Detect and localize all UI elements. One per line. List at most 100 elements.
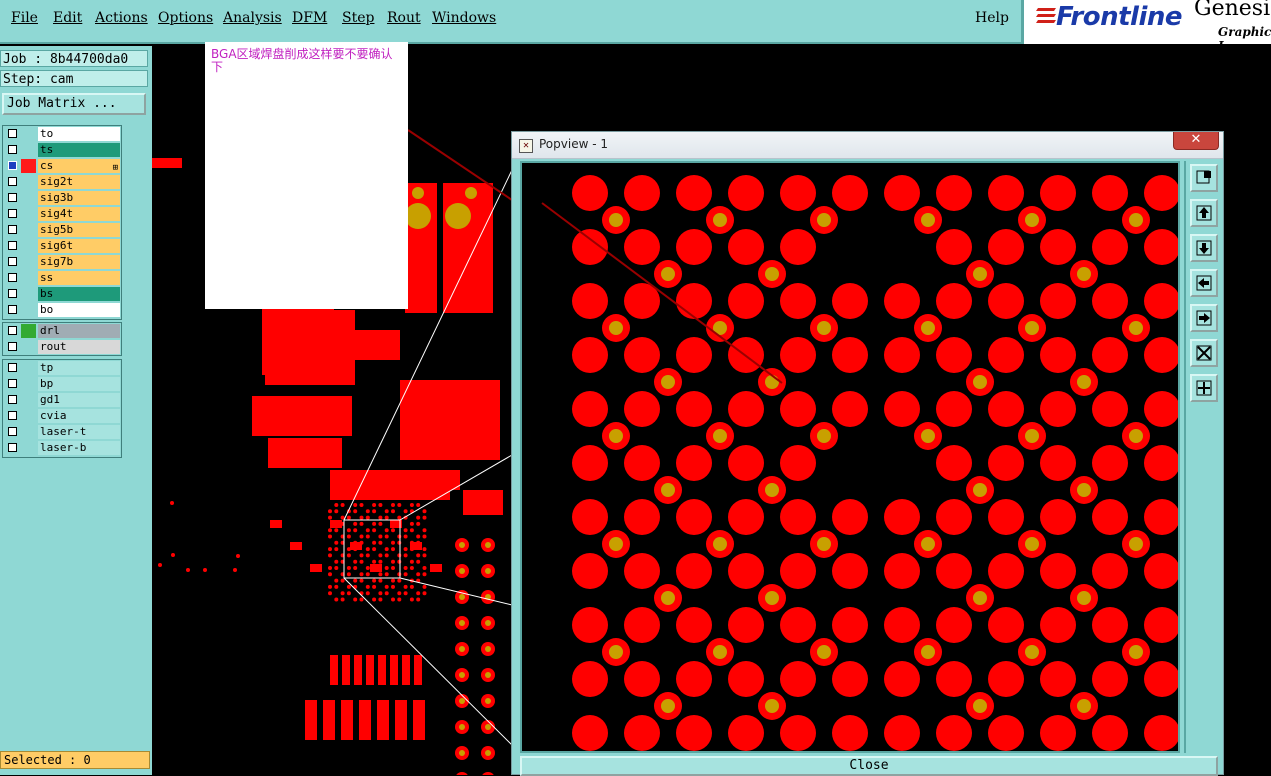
layer-row-sig6t[interactable]: sig6t	[3, 238, 121, 254]
layer-color-swatch[interactable]	[21, 271, 36, 285]
menu-dfm[interactable]: DFM	[292, 10, 327, 26]
layer-color-swatch[interactable]	[21, 409, 36, 423]
layer-checkbox[interactable]	[8, 379, 17, 388]
layer-color-swatch[interactable]	[21, 340, 36, 354]
popview-titlebar[interactable]: ✕ Popview - 1 ✕	[512, 132, 1223, 159]
pan-right-icon[interactable]	[1190, 304, 1218, 332]
layer-checkbox[interactable]	[8, 411, 17, 420]
layer-name[interactable]: sig5b	[38, 223, 120, 237]
layer-color-swatch[interactable]	[21, 393, 36, 407]
layer-row-rout[interactable]: rout	[3, 339, 121, 355]
layer-name[interactable]: cs ⊞	[38, 159, 120, 173]
layer-checkbox[interactable]	[8, 427, 17, 436]
menu-edit[interactable]: Edit	[53, 10, 82, 26]
layer-checkbox[interactable]	[8, 289, 17, 298]
layer-row-drl[interactable]: drl	[3, 323, 121, 339]
layer-name[interactable]: drl	[38, 324, 120, 338]
layer-name[interactable]: sig2t	[38, 175, 120, 189]
layer-row-cvia[interactable]: cvia	[3, 408, 121, 424]
layer-row-tp[interactable]: tp	[3, 360, 121, 376]
layer-color-swatch[interactable]	[21, 175, 36, 189]
menu-actions[interactable]: Actions	[95, 10, 148, 26]
layer-row-bs[interactable]: bs	[3, 286, 121, 302]
zoom-fit-icon[interactable]	[1190, 339, 1218, 367]
layer-name[interactable]: bs	[38, 287, 120, 301]
menu-help[interactable]: Help	[975, 10, 1009, 26]
layer-checkbox[interactable]	[8, 257, 17, 266]
layer-name[interactable]: ss	[38, 271, 120, 285]
layer-checkbox[interactable]	[8, 193, 17, 202]
menu-analysis[interactable]: Analysis	[223, 10, 282, 26]
layer-color-swatch[interactable]	[21, 324, 36, 338]
pan-down-icon[interactable]	[1190, 234, 1218, 262]
layer-row-sig5b[interactable]: sig5b	[3, 222, 121, 238]
layer-color-swatch[interactable]	[21, 207, 36, 221]
layer-color-swatch[interactable]	[21, 303, 36, 317]
layer-row-ss[interactable]: ss	[3, 270, 121, 286]
layer-row-gd1[interactable]: gd1	[3, 392, 121, 408]
layer-color-swatch[interactable]	[21, 441, 36, 455]
pan-left-icon[interactable]	[1190, 269, 1218, 297]
layer-color-swatch[interactable]	[21, 255, 36, 269]
layer-color-swatch[interactable]	[21, 223, 36, 237]
menu-options[interactable]: Options	[158, 10, 213, 26]
layer-name[interactable]: sig4t	[38, 207, 120, 221]
layer-row-bp[interactable]: bp	[3, 376, 121, 392]
layer-checkbox[interactable]	[8, 395, 17, 404]
layer-checkbox[interactable]	[8, 342, 17, 351]
layer-checkbox[interactable]	[8, 363, 17, 372]
layer-name[interactable]: laser-t	[38, 425, 120, 439]
menu-step[interactable]: Step	[342, 10, 374, 26]
layer-name[interactable]: sig6t	[38, 239, 120, 253]
popview-close-icon[interactable]: ✕	[1173, 132, 1219, 150]
layer-color-swatch[interactable]	[21, 361, 36, 375]
layer-row-to[interactable]: to	[3, 126, 121, 142]
job-matrix-button[interactable]: Job Matrix ...	[2, 93, 146, 115]
popview-zoom-view[interactable]	[520, 161, 1180, 753]
layer-checkbox[interactable]	[8, 273, 17, 282]
pan-up-icon[interactable]	[1190, 199, 1218, 227]
layer-row-sig3b[interactable]: sig3b	[3, 190, 121, 206]
menu-file[interactable]: File	[11, 10, 38, 26]
zoom-center-icon[interactable]	[1190, 374, 1218, 402]
layer-checkbox[interactable]	[8, 129, 17, 138]
layer-checkbox[interactable]	[8, 443, 17, 452]
layer-color-swatch[interactable]	[21, 425, 36, 439]
menu-windows[interactable]: Windows	[432, 10, 496, 26]
layer-color-swatch[interactable]	[21, 191, 36, 205]
layer-name[interactable]: ts	[38, 143, 120, 157]
layer-name[interactable]: tp	[38, 361, 120, 375]
layer-row-sig4t[interactable]: sig4t	[3, 206, 121, 222]
layer-checkbox[interactable]	[8, 161, 17, 170]
popview-close-button[interactable]: Close	[520, 756, 1218, 776]
layer-name[interactable]: bo	[38, 303, 120, 317]
layer-row-ts[interactable]: ts	[3, 142, 121, 158]
layer-name[interactable]: cvia	[38, 409, 120, 423]
layer-row-sig7b[interactable]: sig7b	[3, 254, 121, 270]
layer-row-bo[interactable]: bo	[3, 302, 121, 318]
layer-checkbox[interactable]	[8, 145, 17, 154]
layer-checkbox[interactable]	[8, 177, 17, 186]
layer-color-swatch[interactable]	[21, 159, 36, 173]
layer-name[interactable]: sig7b	[38, 255, 120, 269]
layer-color-swatch[interactable]	[21, 239, 36, 253]
layer-color-swatch[interactable]	[21, 143, 36, 157]
layer-checkbox[interactable]	[8, 225, 17, 234]
layer-name[interactable]: laser-b	[38, 441, 120, 455]
layer-row-laser-b[interactable]: laser-b	[3, 440, 121, 456]
layer-row-sig2t[interactable]: sig2t	[3, 174, 121, 190]
layer-row-cs[interactable]: cs ⊞	[3, 158, 121, 174]
layer-color-swatch[interactable]	[21, 127, 36, 141]
zoom-window-icon[interactable]	[1190, 164, 1218, 192]
layer-name[interactable]: to	[38, 127, 120, 141]
layer-name[interactable]: bp	[38, 377, 120, 391]
layer-checkbox[interactable]	[8, 305, 17, 314]
layer-name[interactable]: rout	[38, 340, 120, 354]
layer-checkbox[interactable]	[8, 241, 17, 250]
layer-name[interactable]: gd1	[38, 393, 120, 407]
layer-row-laser-t[interactable]: laser-t	[3, 424, 121, 440]
layer-color-swatch[interactable]	[21, 287, 36, 301]
layer-color-swatch[interactable]	[21, 377, 36, 391]
layer-name[interactable]: sig3b	[38, 191, 120, 205]
layer-checkbox[interactable]	[8, 326, 17, 335]
